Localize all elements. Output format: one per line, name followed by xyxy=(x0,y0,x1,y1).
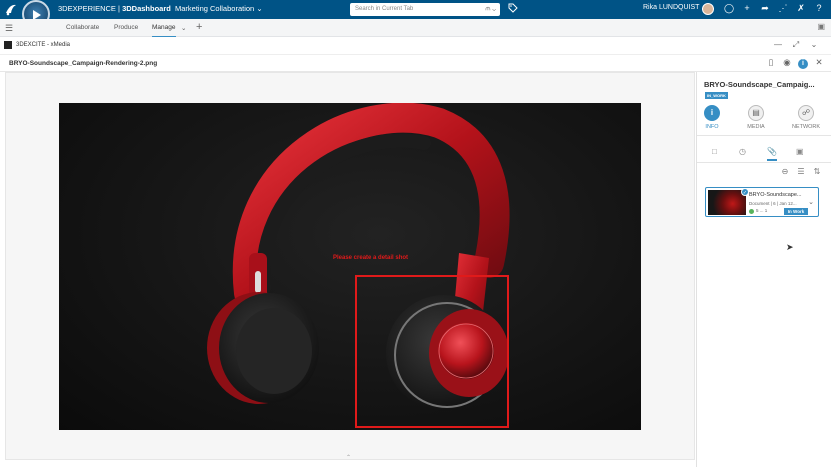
tag-icon[interactable] xyxy=(508,3,518,15)
bookmark-icon[interactable]: ▯ xyxy=(763,57,779,68)
search-input[interactable]: Search in Current Tab ⫙ ⌄ xyxy=(350,3,500,16)
remove-icon[interactable]: ⊖ xyxy=(777,167,793,176)
item-version: 5 ... 1 xyxy=(756,208,768,213)
sort-icon[interactable]: ⇅ xyxy=(809,167,825,176)
tools-icon[interactable]: ✗ xyxy=(792,3,810,14)
top-bar: 3DEXPERIENCE | 3DDashboard Marketing Col… xyxy=(0,0,831,28)
widget-header: 3DEXCITE - xMedia — ⤢ ⌄ xyxy=(0,37,831,55)
tab-info-label: INFO xyxy=(705,124,719,130)
item-title: BRYO-Soundscape... xyxy=(749,192,802,198)
document-icon[interactable]: □ xyxy=(712,147,717,156)
info-panel: BRYO-Soundscape_Campaig... IN_WORK i INFO… xyxy=(696,72,831,467)
tab-network-label: NETWORK xyxy=(791,124,821,130)
divider xyxy=(697,135,831,136)
headphones-image[interactable] xyxy=(59,102,641,430)
media-icon: ▤ xyxy=(748,105,764,121)
tab-media[interactable]: ▤ MEDIA xyxy=(741,105,771,130)
network-icon: ☍ xyxy=(798,105,814,121)
attachment-icon[interactable]: 📎 xyxy=(767,147,777,161)
avatar[interactable] xyxy=(702,3,714,15)
list-controls: ⊖ ☰ ⇅ xyxy=(777,167,825,176)
filter-icon[interactable]: ⫙ xyxy=(485,5,490,12)
help-icon[interactable]: ? xyxy=(810,3,828,13)
search-placeholder: Search in Current Tab xyxy=(355,6,414,12)
brand-app: 3DDashboard xyxy=(122,4,171,13)
add-tab-icon[interactable]: + xyxy=(196,21,202,33)
chevron-down-icon[interactable]: ⌄ xyxy=(492,5,496,12)
share-icon[interactable]: ⋰ xyxy=(774,3,792,14)
thumbnail: ✓ xyxy=(708,188,749,215)
tab-manage[interactable]: Manage xyxy=(152,24,176,38)
divider xyxy=(697,162,831,163)
menu-icon[interactable]: ☰ xyxy=(5,23,13,34)
share-arrow-icon[interactable]: ➦ xyxy=(756,3,774,14)
chevron-down-icon[interactable]: ⌄ xyxy=(805,40,823,49)
add-icon[interactable]: + xyxy=(738,3,756,13)
tag-outline-icon[interactable]: ◯ xyxy=(720,3,738,14)
minimize-icon[interactable]: — xyxy=(769,40,787,49)
tab-info[interactable]: i INFO xyxy=(697,105,727,130)
close-icon[interactable]: ✕ xyxy=(811,57,827,68)
status-badge: In Work xyxy=(784,208,808,215)
sub-tabs: □ ◷ 📎 ▣ xyxy=(697,144,831,162)
comment-icon[interactable]: ▣ xyxy=(796,147,804,156)
tab-collaborate[interactable]: Collaborate xyxy=(66,24,99,31)
file-name: BRYO-Soundscape_Campaign-Rendering-2.png xyxy=(9,60,158,67)
annotation-text[interactable]: Please create a detail shot xyxy=(333,255,408,261)
dashboard-name[interactable]: Marketing Collaboration xyxy=(175,4,254,13)
ds-logo-icon[interactable] xyxy=(4,3,18,16)
list-view-icon[interactable]: ☰ xyxy=(793,167,809,176)
maximize-icon[interactable]: ⤢ xyxy=(787,40,805,50)
camera-icon[interactable]: ◉ xyxy=(779,57,795,68)
tab-bar: ☰ Collaborate Produce Manage ⌄ + ▣ xyxy=(0,19,831,38)
tab-network[interactable]: ☍ NETWORK xyxy=(791,105,821,130)
chevron-down-icon[interactable]: ⌄ xyxy=(181,24,186,32)
chevron-up-icon[interactable]: ⌃ xyxy=(346,454,351,461)
mouse-cursor-icon: ➤ xyxy=(786,242,794,252)
chat-icon[interactable]: ▣ xyxy=(817,22,825,31)
annotation-box[interactable] xyxy=(355,275,509,428)
history-icon[interactable]: ◷ xyxy=(739,147,746,156)
chevron-down-icon[interactable]: ⌄ xyxy=(808,198,814,206)
info-icon: i xyxy=(704,105,720,121)
status-dot xyxy=(749,209,754,214)
list-item[interactable]: ✓ BRYO-Soundscape... Document | 6 | Jan … xyxy=(705,187,819,217)
brand-name: 3DEXPERIENCE xyxy=(58,4,116,13)
check-icon[interactable]: ✓ xyxy=(741,188,749,196)
user-name[interactable]: Rika LUNDQUIST xyxy=(643,4,699,11)
file-bar: BRYO-Soundscape_Campaign-Rendering-2.png… xyxy=(0,55,831,72)
top-actions: ◯ + ➦ ⋰ ✗? xyxy=(720,3,828,14)
panel-title: BRYO-Soundscape_Campaig... xyxy=(704,80,815,89)
tab-media-label: MEDIA xyxy=(747,124,765,130)
status-badge: IN_WORK xyxy=(705,92,728,99)
info-icon[interactable]: i xyxy=(798,59,808,69)
widget-title: 3DEXCITE - xMedia xyxy=(16,42,71,48)
app-title: 3DEXPERIENCE | 3DDashboard Marketing Col… xyxy=(58,4,263,13)
xmedia-logo-icon xyxy=(4,41,12,49)
chevron-down-icon[interactable]: ⌄ xyxy=(256,4,262,13)
tab-produce[interactable]: Produce xyxy=(114,24,138,31)
item-meta: Document | 6 | Jan 12... xyxy=(749,201,797,206)
